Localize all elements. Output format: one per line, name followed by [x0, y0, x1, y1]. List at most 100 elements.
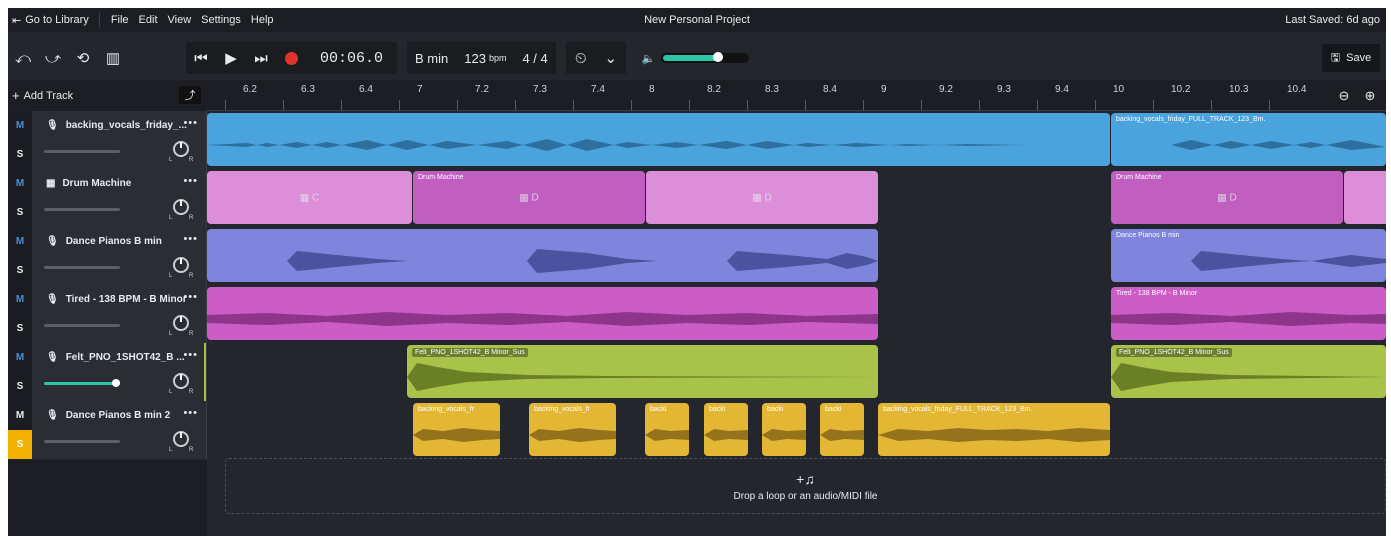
track-volume-fader[interactable]	[44, 150, 120, 153]
audio-clip[interactable]	[207, 229, 878, 282]
master-volume-knob[interactable]	[713, 52, 724, 62]
track-volume-fader[interactable]	[44, 208, 120, 211]
track-lane[interactable]: Tired - 138 BPM - B Minor	[207, 285, 1386, 343]
skip-forward-button[interactable]: ⏭	[246, 42, 276, 74]
mute-button[interactable]: M	[8, 111, 32, 140]
midi-clip[interactable]	[1344, 171, 1386, 224]
audio-clip[interactable]: backi	[645, 403, 689, 456]
pan-knob[interactable]	[173, 373, 189, 389]
track-volume-fader[interactable]	[44, 266, 120, 269]
mute-button[interactable]: M	[8, 227, 32, 256]
skip-back-button[interactable]: ⏮	[186, 42, 216, 74]
audio-clip[interactable]: backing_vocals_friday_FULL_TRACK_123_Bm.	[1111, 113, 1386, 166]
solo-button[interactable]: S	[8, 430, 32, 459]
pan-knob[interactable]	[173, 431, 189, 447]
track-name[interactable]: ▦ Drum Machine	[46, 178, 131, 189]
solo-button[interactable]: S	[8, 372, 32, 401]
mute-button[interactable]: M	[8, 285, 32, 314]
track-header[interactable]: 🎙 Dance Pianos B min ••• L R	[32, 227, 207, 285]
track-lane[interactable]: Felt_PNO_1SHOT42_B Minor_Sus Felt_PNO_1S…	[207, 343, 1386, 401]
menu-help[interactable]: Help	[246, 14, 279, 26]
menu-file[interactable]: File	[106, 14, 134, 26]
timeline-ruler[interactable]: ⊖ ⊕ 6.2 6.3 6.4 7 7.2 7.3 7.4 8 8.2 8.3 8.4 9 9.2 9.3…	[207, 80, 1386, 111]
track-options-button[interactable]: •••	[183, 175, 198, 187]
midi-clip[interactable]: ▦ C	[207, 171, 412, 224]
audio-clip[interactable]: Felt_PNO_1SHOT42_B Minor_Sus	[1111, 345, 1386, 398]
track-options-button[interactable]: •••	[183, 233, 198, 245]
audio-clip[interactable]: backing_vocals_friday_FULL_TRACK_123_Bm.	[878, 403, 1110, 456]
track-lane[interactable]: ▦ C Drum Machine ▦ D ▦ D Drum Machine ▦ …	[207, 169, 1386, 227]
audio-clip[interactable]: Dance Pianos B min	[1111, 229, 1386, 282]
zoom-in-button[interactable]: ⊕	[1358, 84, 1382, 108]
solo-button[interactable]: S	[8, 256, 32, 285]
track-options-button[interactable]: •••	[183, 349, 198, 361]
audio-clip[interactable]: backi	[704, 403, 748, 456]
track-volume-fader[interactable]	[44, 379, 120, 387]
audio-clip[interactable]: backing_vocals_fr	[529, 403, 616, 456]
automation-button[interactable]: ⤴	[179, 86, 201, 104]
save-button[interactable]: 🖫 Save	[1322, 44, 1380, 72]
bpm-display[interactable]: 123 bpm	[456, 42, 514, 74]
track-options-button[interactable]: •••	[183, 117, 198, 129]
track-header[interactable]: 🎙 Tired - 138 BPM - B Minor ••• L R	[32, 285, 207, 343]
pan-knob[interactable]	[173, 141, 189, 157]
track-header[interactable]: 🎙 Dance Pianos B min 2 ••• L R	[32, 401, 207, 459]
go-to-library-button[interactable]: ⇤ Go to Library	[8, 12, 100, 28]
audio-clip[interactable]: Felt_PNO_1SHOT42_B Minor_Sus	[407, 345, 878, 398]
solo-button[interactable]: S	[8, 314, 32, 343]
track-name[interactable]: 🎙 Tired - 138 BPM - B Minor	[46, 294, 187, 305]
audio-clip[interactable]: backi	[762, 403, 806, 456]
menu-view[interactable]: View	[163, 14, 197, 26]
audio-clip[interactable]: backi	[820, 403, 864, 456]
pan-knob[interactable]	[173, 257, 189, 273]
track-lane[interactable]: backing_vocals_friday_FULL_TRACK_123_Bm.	[207, 111, 1386, 169]
menu-settings[interactable]: Settings	[196, 14, 246, 26]
solo-button[interactable]: S	[8, 140, 32, 169]
record-button[interactable]	[276, 42, 306, 74]
track-header[interactable]: 🎙 Felt_PNO_1SHOT42_B ... ••• L R	[32, 343, 207, 401]
midi-clip[interactable]: Drum Machine ▦ D	[1111, 171, 1343, 224]
menu-edit[interactable]: Edit	[134, 14, 163, 26]
track-options-button[interactable]: •••	[183, 407, 198, 419]
track-name[interactable]: 🎙 Felt_PNO_1SHOT42_B ...	[46, 352, 185, 363]
mute-button[interactable]: M	[8, 401, 32, 430]
undo-button[interactable]: ⤺	[8, 42, 38, 74]
zoom-out-button[interactable]: ⊖	[1332, 84, 1356, 108]
key-display[interactable]: B min	[407, 42, 456, 74]
master-volume-slider[interactable]	[661, 52, 750, 63]
mute-button[interactable]: M	[8, 343, 32, 372]
track-options-button[interactable]: •••	[183, 291, 198, 303]
clip-label: backing_vocals_fr	[418, 406, 475, 413]
track-name[interactable]: 🎙 Dance Pianos B min 2	[46, 410, 170, 421]
track-header[interactable]: ▦ Drum Machine ••• L R	[32, 169, 207, 227]
track-name[interactable]: 🎙 backing_vocals_friday_...	[46, 120, 187, 131]
audio-clip[interactable]: backing_vocals_fr	[413, 403, 500, 456]
metronome-dropdown-button[interactable]: ⌄	[596, 42, 626, 74]
track-volume-fader[interactable]	[44, 324, 120, 327]
split-button[interactable]: ▥	[98, 42, 128, 74]
pan-knob[interactable]	[173, 199, 189, 215]
midi-clip[interactable]: Drum Machine ▦ D	[413, 171, 645, 224]
play-button[interactable]: ▶	[216, 42, 246, 74]
track-header[interactable]: 🎙 backing_vocals_friday_... ••• L R	[32, 111, 207, 169]
add-track-button[interactable]: + Add Track ⤴	[8, 80, 207, 111]
track-name[interactable]: 🎙 Dance Pianos B min	[46, 236, 162, 247]
redo-button[interactable]: ⤻	[38, 42, 68, 74]
mute-button[interactable]: M	[8, 169, 32, 198]
loop-button[interactable]: ⟲	[68, 42, 98, 74]
audio-clip[interactable]	[207, 113, 1110, 166]
track-volume-fader[interactable]	[44, 440, 120, 443]
pan-knob[interactable]	[173, 315, 189, 331]
metronome-button[interactable]: ⏲	[566, 42, 596, 74]
audio-clip[interactable]: Tired - 138 BPM - B Minor	[1111, 287, 1386, 340]
midi-clip[interactable]: ▦ D	[646, 171, 878, 224]
time-display[interactable]: 00:06.0	[306, 42, 397, 74]
speaker-icon: 🔈	[641, 52, 656, 65]
audio-clip[interactable]	[207, 287, 878, 340]
time-signature-display[interactable]: 4 / 4	[514, 42, 555, 74]
track-lane[interactable]: Dance Pianos B min	[207, 227, 1386, 285]
drop-zone[interactable]: +♫ Drop a loop or an audio/MIDI file	[225, 458, 1386, 514]
track-lane[interactable]: backing_vocals_fr backing_vocals_fr back…	[207, 401, 1386, 459]
solo-button[interactable]: S	[8, 198, 32, 227]
fader-knob[interactable]	[112, 379, 120, 387]
